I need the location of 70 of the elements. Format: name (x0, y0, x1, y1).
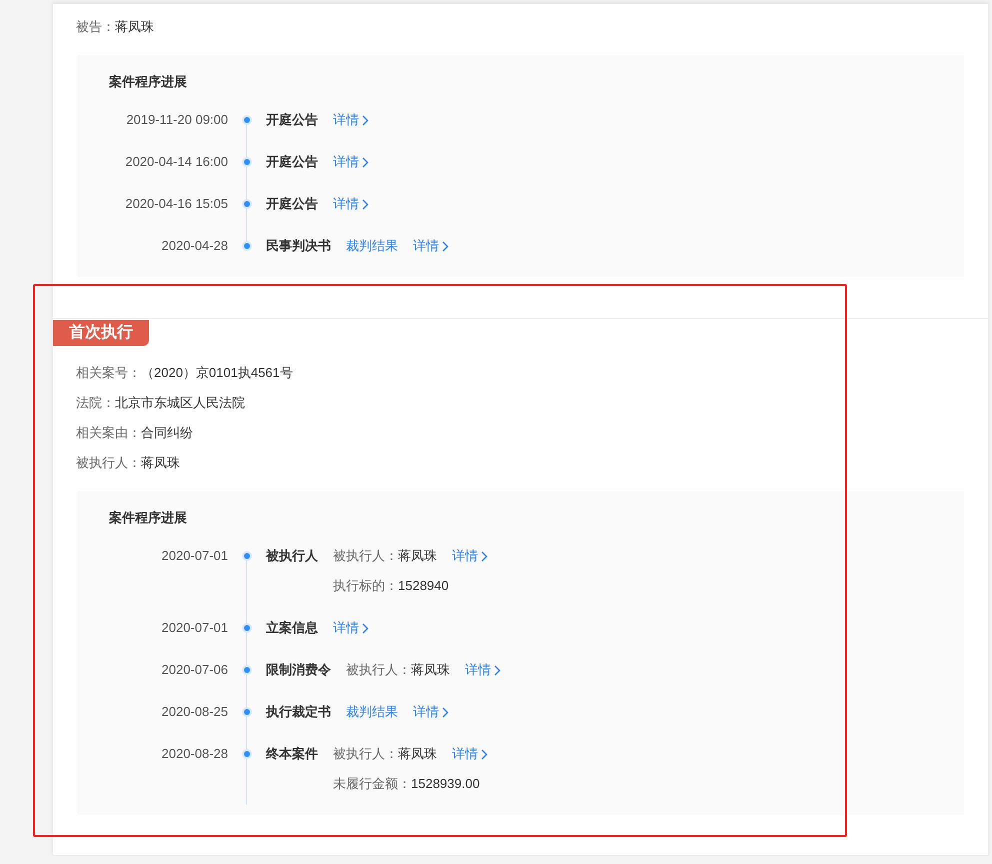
field-label: 相关案号： (76, 365, 141, 380)
event-date: 2019-11-20 09:00 (125, 111, 228, 129)
timeline-dot (244, 117, 250, 123)
chevron-icon (494, 664, 501, 676)
panel-title: 案件程序进展 (109, 73, 188, 91)
event-title: 开庭公告 (266, 111, 319, 129)
timeline-dot (244, 667, 250, 673)
event-title: 立案信息 (266, 619, 319, 637)
detail-link[interactable]: 详情 (413, 702, 449, 722)
timeline-dot (244, 159, 250, 165)
timeline-dot (244, 625, 250, 631)
field-value: 1528939.00 (411, 776, 480, 791)
field-value: 合同纠纷 (141, 425, 193, 440)
timeline-dot (244, 553, 250, 559)
field-label: 执行标的： (333, 578, 398, 593)
event-date: 2020-07-01 (160, 547, 228, 565)
result-link[interactable]: 裁判结果 (346, 236, 398, 256)
detail-link[interactable]: 详情 (333, 152, 369, 172)
event-date: 2020-04-28 (160, 237, 228, 255)
field-label: 被执行人： (346, 662, 411, 677)
detail-link[interactable]: 详情 (333, 618, 369, 638)
field-value: 1528940 (398, 578, 449, 593)
timeline-dot (244, 243, 250, 249)
detail-link[interactable]: 详情 (333, 110, 369, 130)
timeline-dot (244, 201, 250, 207)
event-date: 2020-04-16 15:05 (124, 195, 228, 213)
panel-title: 案件程序进展 (109, 509, 188, 527)
event-date: 2020-08-28 (160, 745, 228, 763)
chevron-icon (481, 550, 488, 562)
field-label: 被执行人： (333, 548, 398, 563)
chevron-icon (362, 198, 369, 210)
event-date: 2020-07-06 (160, 661, 228, 679)
event-date: 2020-08-25 (160, 703, 228, 721)
chevron-icon (362, 622, 369, 634)
chevron-icon (442, 706, 449, 718)
field-label: 被执行人： (76, 455, 141, 470)
detail-link[interactable]: 详情 (452, 744, 488, 764)
event-title: 终本案件 (266, 745, 319, 763)
detail-link[interactable]: 详情 (452, 546, 488, 566)
field-label: 未履行金额： (333, 776, 411, 791)
detail-link[interactable]: 详情 (333, 194, 369, 214)
field-label: 相关案由： (76, 425, 141, 440)
timeline-dot (244, 751, 250, 757)
field-value: 蒋凤珠 (411, 662, 450, 677)
timeline-dot (244, 709, 250, 715)
detail-link[interactable]: 详情 (413, 236, 449, 256)
chevron-icon (362, 114, 369, 126)
chevron-icon (481, 748, 488, 760)
result-link[interactable]: 裁判结果 (346, 702, 398, 722)
event-title: 民事判决书 (266, 237, 332, 255)
field-value: 蒋凤珠 (115, 19, 154, 34)
field-value: 蒋凤珠 (141, 455, 180, 470)
field-value: 北京市东城区人民法院 (115, 395, 245, 410)
field-value: 蒋凤珠 (398, 746, 437, 761)
event-title: 开庭公告 (266, 195, 319, 213)
event-title: 开庭公告 (266, 153, 319, 171)
event-date: 2020-04-14 16:00 (124, 153, 228, 171)
section-tag: 首次执行 (53, 320, 149, 346)
event-title: 限制消费令 (266, 661, 332, 679)
field-label: 被告： (76, 19, 115, 34)
chevron-icon (442, 240, 449, 252)
field-label: 被执行人： (333, 746, 398, 761)
detail-link[interactable]: 详情 (465, 660, 501, 680)
field-label: 法院： (76, 395, 115, 410)
event-date: 2020-07-01 (160, 619, 228, 637)
field-value: 蒋凤珠 (398, 548, 437, 563)
event-title: 被执行人 (266, 547, 319, 565)
field-value: （2020）京0101执4561号 (141, 365, 293, 380)
event-title: 执行裁定书 (266, 703, 332, 721)
chevron-icon (362, 156, 369, 168)
